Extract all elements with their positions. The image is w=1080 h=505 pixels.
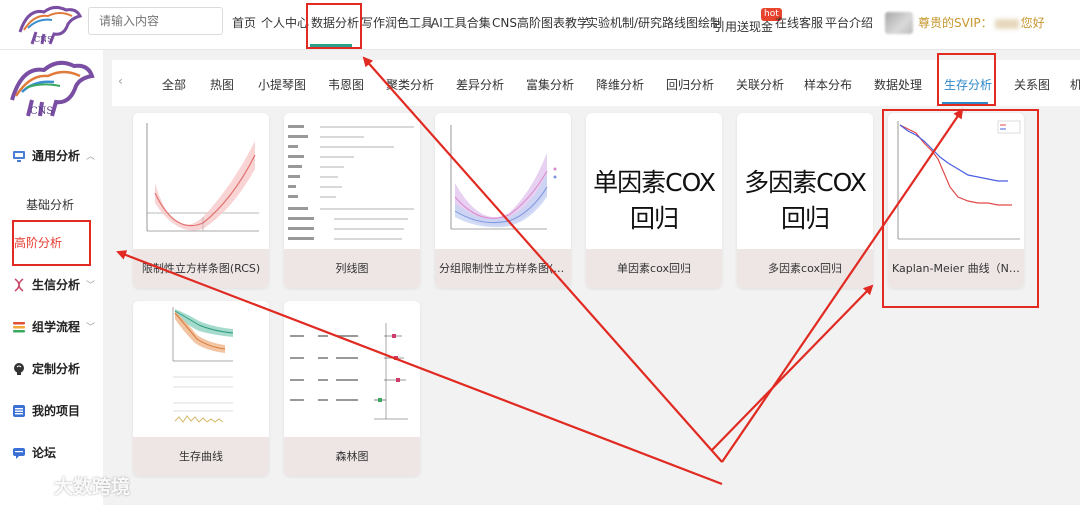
sidebar-item-label: 生信分析 xyxy=(32,278,81,292)
tab-sample-distribution[interactable]: 样本分布 xyxy=(804,76,852,93)
avatar[interactable] xyxy=(885,12,913,34)
sidebar-logo[interactable]: CNS xyxy=(4,56,96,118)
highlight-box-data-analysis xyxy=(306,3,362,49)
card-multivariate-cox[interactable]: 多因素COX回归 多因素cox回归 xyxy=(737,113,873,288)
card-univariate-cox[interactable]: 单因素COX回归 单因素cox回归 xyxy=(586,113,722,288)
grouped-rcs-thumbnail xyxy=(435,113,571,249)
category-tab-bar: ‹ 全部 热图 小提琴图 韦恩图 聚类分析 差异分析 富集分析 降维分析 回归分… xyxy=(112,60,1080,106)
watermark-logo-icon xyxy=(8,478,45,493)
blurred-username xyxy=(994,18,1019,29)
svg-text:CNS: CNS xyxy=(30,106,53,117)
card-caption: 分组限制性立方样条图(Grou... xyxy=(435,249,571,288)
nav-online-service[interactable]: 在线客服 xyxy=(775,14,823,31)
univariate-cox-thumbnail: 单因素COX回归 xyxy=(586,113,722,249)
layers-icon xyxy=(13,321,25,332)
watermark: 大数跨境 xyxy=(8,472,130,499)
card-rcs[interactable]: 限制性立方样条图(RCS) xyxy=(133,113,269,288)
card-caption: 限制性立方样条图(RCS) xyxy=(133,249,269,288)
card-thumbnail-title: 多因素COX回归 xyxy=(744,168,867,233)
sidebar-item-bioinformatics[interactable]: 生信分析 ﹀ xyxy=(12,276,95,293)
forest-plot-thumbnail xyxy=(284,301,420,437)
tab-enrichment[interactable]: 富集分析 xyxy=(526,76,574,93)
user-greeting-prefix: 尊贵的SVIP： xyxy=(918,16,993,30)
sidebar-item-general-analysis[interactable]: 通用分析 ︿ xyxy=(12,147,95,164)
list-icon xyxy=(13,404,25,417)
nav-personal-center[interactable]: 个人中心 xyxy=(261,14,309,31)
top-navigation-bar: CNS 首页 个人中心 数据分析 写作润色工具 AI工具合集 CNS高阶图表教学… xyxy=(0,0,1080,50)
card-caption: 森林图 xyxy=(284,437,420,476)
sidebar-item-label: 组学流程 xyxy=(32,320,81,334)
highlight-box-advanced-analysis xyxy=(12,220,91,266)
tab-all[interactable]: 全部 xyxy=(162,76,186,93)
brain-icon xyxy=(14,362,24,375)
search-input[interactable] xyxy=(88,7,223,35)
watermark-text: 大数跨境 xyxy=(54,476,131,498)
nav-cns-charts[interactable]: CNS高阶图表教学 xyxy=(492,14,589,31)
tab-venn[interactable]: 韦恩图 xyxy=(328,76,364,93)
sidebar-item-basic-analysis[interactable]: 基础分析 xyxy=(26,196,74,213)
site-logo[interactable]: CNS xyxy=(14,2,84,46)
card-forest-plot[interactable]: 森林图 xyxy=(284,301,420,476)
chevron-down-icon: ﹀ xyxy=(86,281,96,291)
highlight-box-kaplan-meier xyxy=(882,109,1039,308)
sidebar-item-label: 论坛 xyxy=(32,446,57,460)
sidebar-item-label: 定制分析 xyxy=(32,362,81,376)
svg-text:CNS: CNS xyxy=(34,35,53,44)
nav-ai-tools[interactable]: AI工具合集 xyxy=(431,14,491,31)
rcs-thumbnail xyxy=(133,113,269,249)
sidebar-item-custom-analysis[interactable]: 定制分析 xyxy=(12,360,80,377)
highlight-box-survival-tab xyxy=(937,53,996,106)
card-survival-curve[interactable]: 生存曲线 xyxy=(133,301,269,476)
tab-violin[interactable]: 小提琴图 xyxy=(258,76,306,93)
user-greeting: 尊贵的SVIP： 您好 xyxy=(918,14,1045,31)
tab-regression[interactable]: 回归分析 xyxy=(666,76,714,93)
tab-data-processing[interactable]: 数据处理 xyxy=(874,76,922,93)
tab-more[interactable]: 机 xyxy=(1070,76,1080,93)
nav-platform-intro[interactable]: 平台介绍 xyxy=(825,14,873,31)
tab-dimension-reduction[interactable]: 降维分析 xyxy=(596,76,644,93)
chevron-down-icon: ﹀ xyxy=(86,323,96,333)
card-caption: 多因素cox回归 xyxy=(737,249,873,288)
card-caption: 生存曲线 xyxy=(133,437,269,476)
sidebar-item-label: 通用分析 xyxy=(32,149,81,163)
nav-mechanism-drawing[interactable]: 实验机制/研究路线图绘制 xyxy=(586,14,722,31)
chat-icon xyxy=(13,447,25,459)
chevron-up-icon: ︿ xyxy=(86,152,96,162)
tab-heatmap[interactable]: 热图 xyxy=(210,76,234,93)
sidebar-item-forum[interactable]: 论坛 xyxy=(12,444,56,461)
card-caption: 列线图 xyxy=(284,249,420,288)
sidebar-item-my-projects[interactable]: 我的项目 xyxy=(12,402,80,419)
chevron-left-icon[interactable]: ‹ xyxy=(118,74,123,88)
dna-icon xyxy=(14,277,24,292)
tab-correlation[interactable]: 关联分析 xyxy=(736,76,784,93)
sidebar: CNS 通用分析 ︿ 基础分析 高阶分析 生信分析 ﹀ 组学流程 ﹀ 定制分析 … xyxy=(0,50,103,505)
user-greeting-suffix: 您好 xyxy=(1020,16,1045,30)
survival-curve-thumbnail xyxy=(133,301,269,437)
card-caption: 单因素cox回归 xyxy=(586,249,722,288)
multivariate-cox-thumbnail: 多因素COX回归 xyxy=(737,113,873,249)
card-grouped-rcs[interactable]: 分组限制性立方样条图(Grou... xyxy=(435,113,571,288)
nav-home[interactable]: 首页 xyxy=(232,14,256,31)
monitor-icon xyxy=(13,150,25,162)
tab-relationship[interactable]: 关系图 xyxy=(1014,76,1050,93)
nomogram-thumbnail xyxy=(284,113,420,249)
card-thumbnail-title: 单因素COX回归 xyxy=(593,168,716,233)
sidebar-item-omics-pipeline[interactable]: 组学流程 ﹀ xyxy=(12,318,95,335)
sidebar-item-label: 我的项目 xyxy=(32,404,81,418)
card-nomogram[interactable]: 列线图 xyxy=(284,113,420,288)
tab-differential[interactable]: 差异分析 xyxy=(456,76,504,93)
nav-writing-tools[interactable]: 写作润色工具 xyxy=(361,14,433,31)
tab-clustering[interactable]: 聚类分析 xyxy=(386,76,434,93)
